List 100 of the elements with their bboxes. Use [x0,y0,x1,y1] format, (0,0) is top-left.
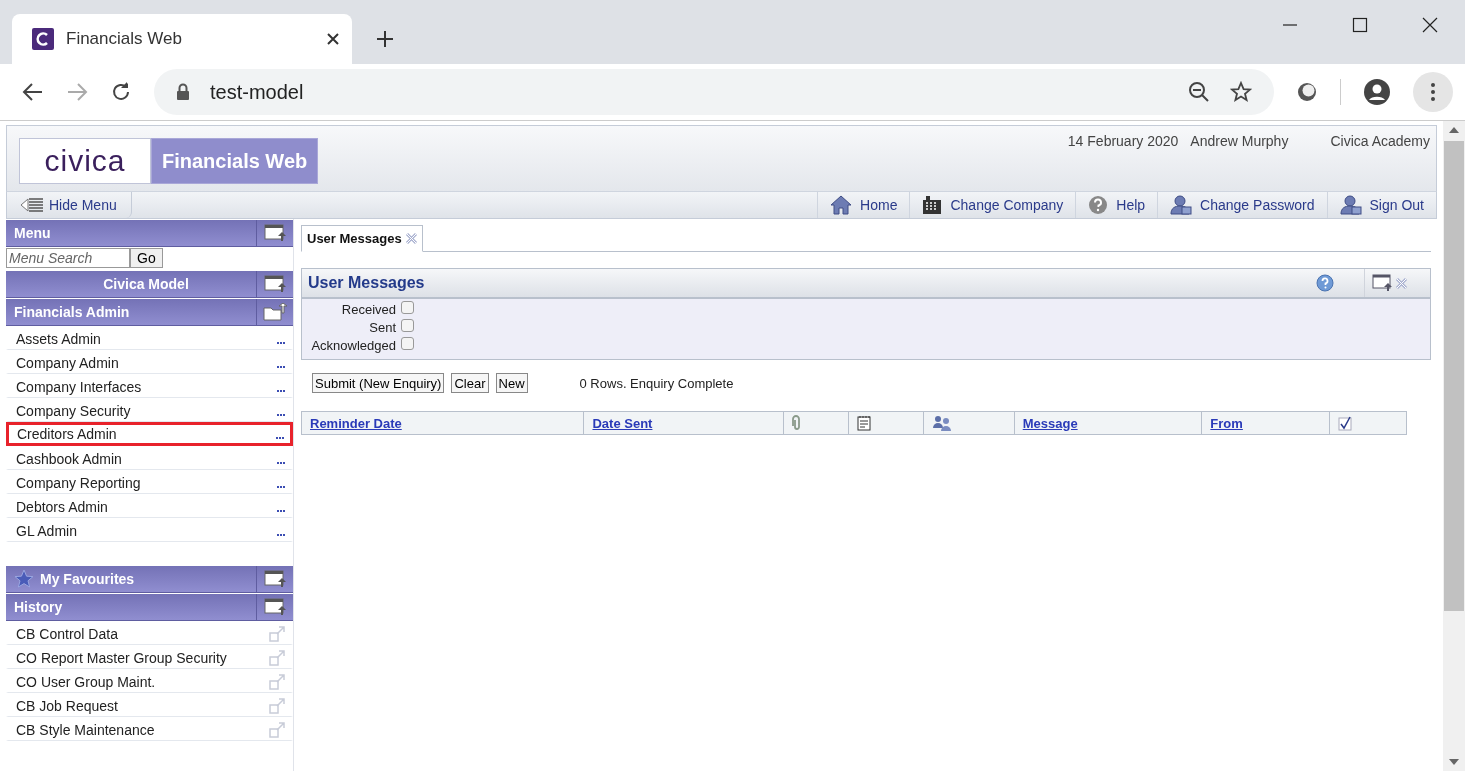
menu-item-label: Company Admin [16,354,119,371]
help-icon [1088,195,1109,215]
close-icon[interactable] [326,32,340,46]
site-logo-icon [32,28,54,50]
menu-item-label: Creditors Admin [17,426,117,442]
history-item[interactable]: CB Style Maintenance [6,717,293,741]
panel-title: User Messages [308,274,425,292]
menu-item[interactable]: Cashbook Admin [6,446,293,470]
toolbar-link[interactable]: Home [817,192,910,218]
window-icon[interactable] [264,598,286,616]
history-item-label: CB Style Maintenance [16,721,155,738]
filter-label: Received [340,302,396,317]
section-title: Menu [13,224,52,243]
scroll-up-icon[interactable] [1449,127,1459,133]
favourites-header[interactable]: My Favourites [6,566,293,593]
building-icon [922,195,943,215]
checkbox[interactable] [401,301,414,314]
home-icon [830,195,853,215]
window-icon[interactable] [264,224,286,242]
window-icon[interactable] [264,275,286,293]
extension-icon[interactable] [1296,81,1318,103]
paperclip-icon [792,415,803,431]
menu-item[interactable]: Company Admin [6,350,293,374]
filter-label: Acknowledged [310,338,396,353]
hide-menu-icon [19,197,45,213]
menu-item[interactable]: Assets Admin [6,326,293,350]
zoom-out-icon[interactable] [1188,81,1210,103]
filter-label: Sent [368,320,396,335]
column-header-link[interactable]: Date Sent [592,415,653,431]
star-icon[interactable] [1230,81,1252,103]
content-tab[interactable]: User Messages [301,225,423,252]
column-header-link[interactable]: From [1210,415,1243,431]
action-button[interactable]: Submit (New Enquiry) [312,373,445,393]
people-icon [931,415,952,431]
menu-item[interactable]: Company Reporting [6,470,293,494]
folder-icon[interactable] [263,303,287,321]
menu-item[interactable]: Debtors Admin [6,494,293,518]
user-icon [1170,195,1193,215]
section-title: Financials Admin [13,303,131,322]
section-title: Civica Model [102,275,190,294]
browser-tab[interactable]: Financials Web [12,14,352,64]
go-button[interactable]: Go [130,248,163,268]
section-title: History [13,598,64,617]
user-name: Andrew Murphy [1190,133,1289,149]
menu-item[interactable]: Company Interfaces [6,374,293,398]
history-item[interactable]: CO Report Master Group Security [6,645,293,669]
product-title: Financials Web [151,138,319,184]
window-icon[interactable] [1372,274,1392,292]
history-item-label: CB Job Request [16,697,118,714]
menu-item-label: Company Security [16,402,131,419]
toolbar-link[interactable]: Change Password [1157,192,1327,218]
section-header[interactable]: Financials Admin [6,299,293,326]
menu-item-label: Cashbook Admin [16,450,122,467]
back-icon[interactable] [22,81,44,103]
menu-item-label: Company Reporting [16,474,141,491]
tab-title: Financials Web [66,29,183,49]
checkbox-icon [1338,415,1353,431]
maximize-icon[interactable] [1352,17,1368,33]
history-item[interactable]: CO User Group Maint. [6,669,293,693]
profile-icon[interactable] [1363,78,1391,106]
action-button[interactable]: Clear [451,373,489,393]
user-icon [1339,195,1362,215]
checkbox[interactable] [401,337,414,350]
menu-item-label: Assets Admin [16,330,101,347]
scrollbar-thumb[interactable] [1444,141,1464,611]
history-item[interactable]: CB Job Request [6,693,293,717]
help-icon[interactable] [1316,274,1334,292]
scroll-down-icon[interactable] [1449,759,1459,765]
civica-logo: civica [19,138,151,184]
date-text: 14 February 2020 [1067,133,1179,149]
menu-icon[interactable] [1413,72,1453,112]
section-title: My Favourites [40,571,135,587]
history-item-label: CB Control Data [16,625,118,642]
menu-item[interactable]: Creditors Admin [6,422,293,446]
history-item-label: CO Report Master Group Security [16,649,227,666]
toolbar-link[interactable]: Change Company [909,192,1076,218]
status-text: 0 Rows. Enquiry Complete [579,375,734,391]
menu-item-label: Debtors Admin [16,498,108,515]
notepad-icon [857,415,871,431]
menu-item-label: GL Admin [16,522,77,539]
history-item-label: CO User Group Maint. [16,673,156,690]
company-header[interactable]: Civica Model [6,271,293,298]
address-field[interactable]: test-model [154,69,1274,115]
menu-search-field[interactable]: Menu Search [6,248,130,268]
menu-item[interactable]: Company Security [6,398,293,422]
reload-icon[interactable] [110,81,132,103]
hide-menu-button[interactable]: Hide Menu [7,192,132,218]
toolbar-link[interactable]: Sign Out [1326,192,1436,218]
star-icon [14,569,34,589]
new-tab-icon[interactable] [376,30,394,48]
menu-item[interactable]: GL Admin [6,518,293,542]
checkbox[interactable] [401,319,414,332]
action-button[interactable]: New [495,373,528,393]
history-item[interactable]: CB Control Data [6,621,293,645]
column-header-link[interactable]: Message [1022,415,1078,431]
close-icon[interactable] [1422,17,1438,33]
menu-item-label: Company Interfaces [16,378,142,395]
toolbar-link[interactable]: Help [1075,192,1158,218]
window-icon[interactable] [264,570,286,588]
column-header-link[interactable]: Reminder Date [310,415,402,431]
